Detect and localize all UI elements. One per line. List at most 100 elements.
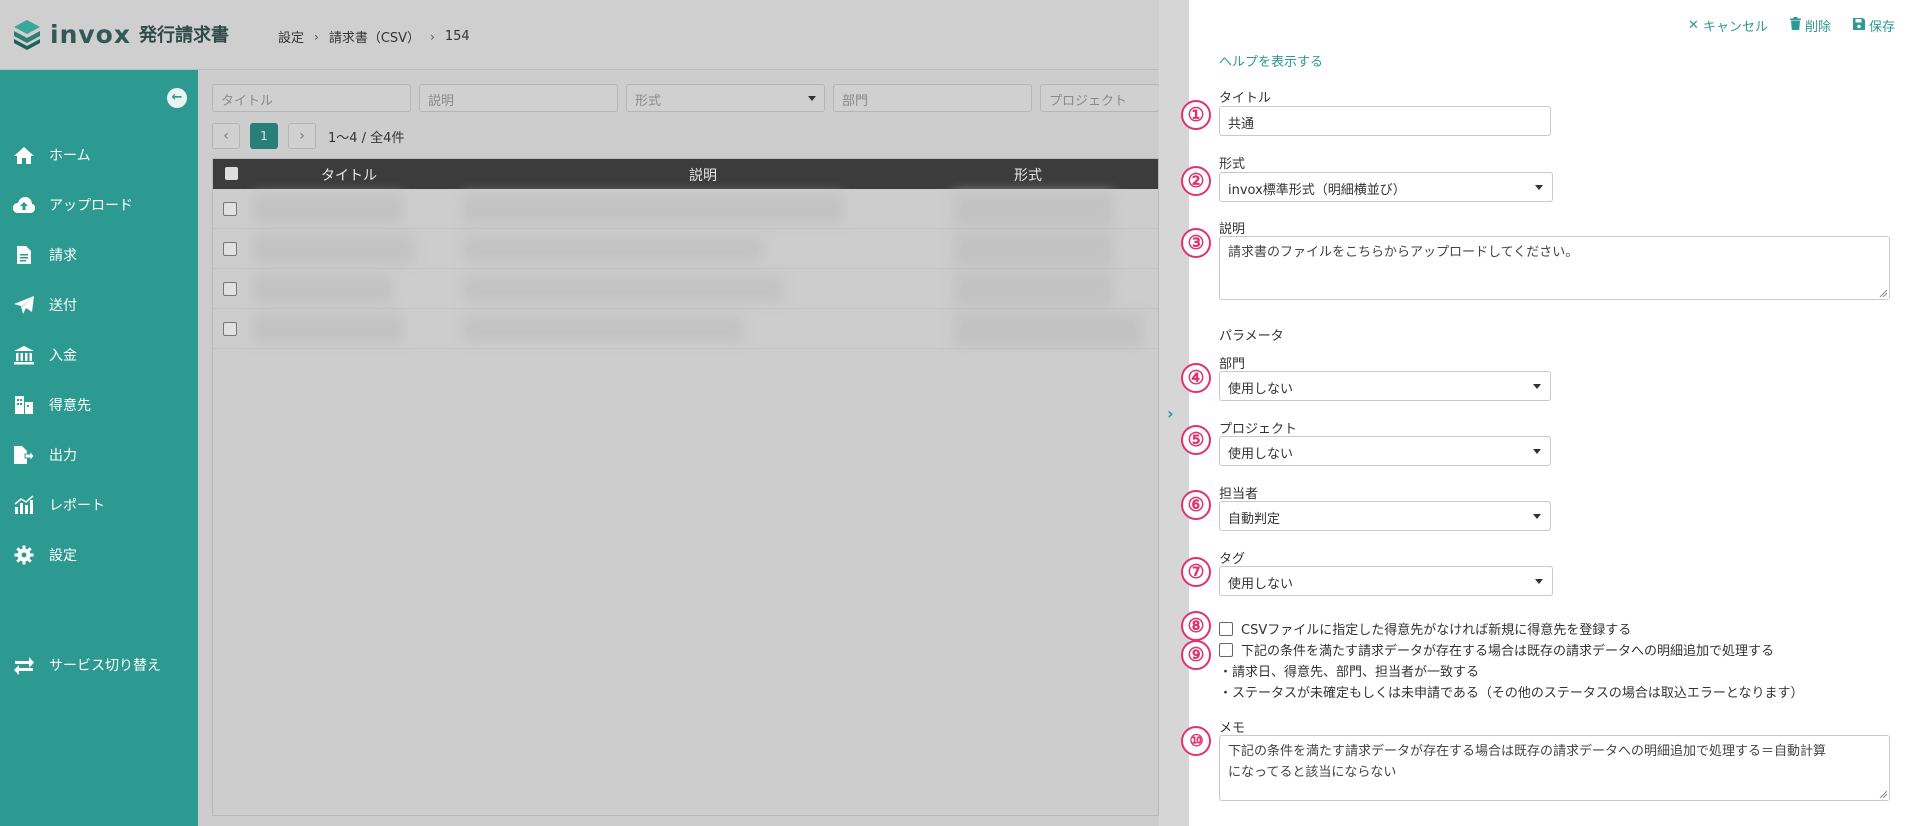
filter-bar: タイトル 説明 形式 部門 プロジェクト bbox=[212, 84, 1160, 112]
assignee-selected-value: 自動判定 bbox=[1228, 512, 1281, 527]
sidebar-item-send[interactable]: 送付 bbox=[0, 280, 198, 330]
caret-down-icon bbox=[1533, 449, 1541, 454]
tag-selected-value: 使用しない bbox=[1228, 577, 1294, 592]
gear-icon bbox=[12, 544, 36, 566]
row-checkbox[interactable] bbox=[223, 242, 237, 256]
row-checkbox[interactable] bbox=[223, 322, 237, 336]
assignee-label: 担当者 bbox=[1219, 487, 1259, 502]
app-logo[interactable]: invox 発行請求書 bbox=[12, 18, 229, 50]
filter-title-input[interactable]: タイトル bbox=[212, 84, 411, 112]
save-button[interactable]: 保存 bbox=[1852, 16, 1895, 35]
sidebar-item-label: 得意先 bbox=[49, 398, 91, 414]
resize-grip-icon[interactable] bbox=[1878, 789, 1887, 798]
merge-invoice-checkbox[interactable] bbox=[1219, 642, 1233, 657]
table-row[interactable] bbox=[213, 189, 1158, 229]
select-all-checkbox[interactable] bbox=[225, 167, 238, 180]
next-page-button[interactable]: › bbox=[288, 123, 316, 149]
page-button-current[interactable]: 1 bbox=[250, 123, 278, 149]
annotation-marker: ④ bbox=[1181, 363, 1211, 393]
sidebar-item-label: レポート bbox=[49, 498, 105, 514]
breadcrumb: 設定 › 請求書（CSV） › 154 bbox=[278, 27, 470, 46]
delete-button[interactable]: 削除 bbox=[1789, 16, 1831, 35]
sidebar-item-billing[interactable]: 請求 bbox=[0, 230, 198, 280]
tag-label: タグ bbox=[1219, 552, 1246, 567]
redacted-cell bbox=[463, 237, 763, 261]
close-panel-chevron-icon[interactable]: › bbox=[1167, 404, 1174, 423]
redacted-cell bbox=[953, 193, 1113, 227]
row-checkbox[interactable] bbox=[223, 202, 237, 216]
caret-down-icon bbox=[808, 96, 816, 101]
column-header-description[interactable]: 説明 bbox=[689, 165, 717, 185]
annotation-marker: ① bbox=[1181, 100, 1211, 130]
department-select[interactable]: 使用しない bbox=[1219, 371, 1551, 401]
panel-actions: ✕ キャンセル 削除 保存 bbox=[1666, 16, 1895, 35]
breadcrumb-settings[interactable]: 設定 bbox=[278, 27, 304, 46]
register-customer-option[interactable]: CSVファイルに指定した得意先がなければ新規に得意先を登録する bbox=[1219, 619, 1631, 638]
caret-down-icon bbox=[1535, 579, 1543, 584]
cancel-button[interactable]: ✕ キャンセル bbox=[1688, 16, 1768, 35]
parameters-heading: パラメータ bbox=[1219, 329, 1284, 344]
table-header: タイトル 説明 形式 bbox=[213, 159, 1158, 189]
redacted-cell bbox=[953, 313, 1143, 347]
filter-format-placeholder: 形式 bbox=[635, 94, 662, 109]
cancel-label: キャンセル bbox=[1702, 20, 1768, 35]
title-label: タイトル bbox=[1219, 91, 1272, 106]
memo-textarea[interactable]: 下記の条件を満たす請求データが存在する場合は既存の請求データへの明細追加で処理す… bbox=[1219, 735, 1890, 801]
filter-description-input[interactable]: 説明 bbox=[419, 84, 618, 112]
filter-project-input[interactable]: プロジェクト bbox=[1040, 84, 1160, 112]
column-header-title[interactable]: タイトル bbox=[321, 165, 377, 185]
memo-line-2: になってると該当にならない bbox=[1228, 765, 1397, 780]
row-checkbox[interactable] bbox=[223, 282, 237, 296]
save-label: 保存 bbox=[1868, 20, 1895, 35]
project-select[interactable]: 使用しない bbox=[1219, 436, 1551, 466]
table-row[interactable] bbox=[213, 269, 1158, 309]
assignee-select[interactable]: 自動判定 bbox=[1219, 501, 1551, 531]
sidebar: ← ホーム アップロード 請求 送付 入金 得意先 出力 レポート 設定 サービ… bbox=[0, 70, 198, 826]
breadcrumb-invoice-csv[interactable]: 請求書（CSV） bbox=[329, 27, 420, 46]
resize-grip-icon[interactable] bbox=[1878, 288, 1887, 297]
filter-department-input[interactable]: 部門 bbox=[833, 84, 1032, 112]
breadcrumb-current: 154 bbox=[444, 29, 470, 44]
department-selected-value: 使用しない bbox=[1228, 382, 1294, 397]
register-customer-checkbox[interactable] bbox=[1219, 621, 1233, 636]
format-select[interactable]: invox標準形式（明細横並び） bbox=[1219, 172, 1553, 202]
description-textarea[interactable]: 請求書のファイルをこちらからアップロードしてください。 bbox=[1219, 236, 1890, 300]
sidebar-item-home[interactable]: ホーム bbox=[0, 130, 198, 180]
paper-plane-icon bbox=[12, 294, 36, 316]
sidebar-item-upload[interactable]: アップロード bbox=[0, 180, 198, 230]
filter-format-select[interactable]: 形式 bbox=[626, 84, 825, 112]
sidebar-item-payment[interactable]: 入金 bbox=[0, 330, 198, 380]
merge-invoice-label: 下記の条件を満たす請求データが存在する場合は既存の請求データへの明細追加で処理す… bbox=[1241, 644, 1775, 659]
sidebar-item-label: 入金 bbox=[49, 348, 77, 364]
file-export-icon bbox=[12, 444, 36, 466]
table-row[interactable] bbox=[213, 229, 1158, 269]
description-label: 説明 bbox=[1219, 222, 1246, 237]
collapse-sidebar-icon[interactable]: ← bbox=[167, 88, 187, 108]
sidebar-item-export[interactable]: 出力 bbox=[0, 430, 198, 480]
table-row[interactable] bbox=[213, 309, 1158, 349]
logo-icon bbox=[14, 20, 40, 50]
redacted-cell bbox=[253, 235, 413, 263]
title-input[interactable]: 共通 bbox=[1219, 106, 1551, 136]
caret-down-icon bbox=[1535, 185, 1543, 190]
caret-down-icon bbox=[1533, 514, 1541, 519]
prev-page-button[interactable]: ‹ bbox=[212, 123, 240, 149]
annotation-marker: ⑨ bbox=[1181, 640, 1211, 670]
show-help-link[interactable]: ヘルプを表示する bbox=[1219, 51, 1323, 70]
sidebar-item-switch-service[interactable]: サービス切り替え bbox=[0, 640, 198, 690]
sidebar-item-report[interactable]: レポート bbox=[0, 480, 198, 530]
main-list-area: タイトル 説明 形式 部門 プロジェクト ‹ 1 › 1〜4 / 全4件 タイト… bbox=[198, 70, 1160, 826]
cloud-upload-icon bbox=[12, 194, 36, 216]
tag-select[interactable]: 使用しない bbox=[1219, 566, 1553, 596]
sidebar-item-label: 設定 bbox=[49, 548, 77, 564]
sidebar-item-settings[interactable]: 設定 bbox=[0, 530, 198, 580]
column-header-format[interactable]: 形式 bbox=[1014, 165, 1042, 185]
merge-invoice-option[interactable]: 下記の条件を満たす請求データが存在する場合は既存の請求データへの明細追加で処理す… bbox=[1219, 640, 1774, 659]
sidebar-item-customers[interactable]: 得意先 bbox=[0, 380, 198, 430]
pagination-info: 1〜4 / 全4件 bbox=[328, 130, 405, 146]
invoice-csv-table: タイトル 説明 形式 bbox=[212, 158, 1159, 816]
annotation-marker: ⑧ bbox=[1181, 611, 1211, 641]
home-icon bbox=[12, 144, 36, 166]
redacted-cell bbox=[253, 195, 403, 223]
annotation-marker: ③ bbox=[1181, 228, 1211, 258]
